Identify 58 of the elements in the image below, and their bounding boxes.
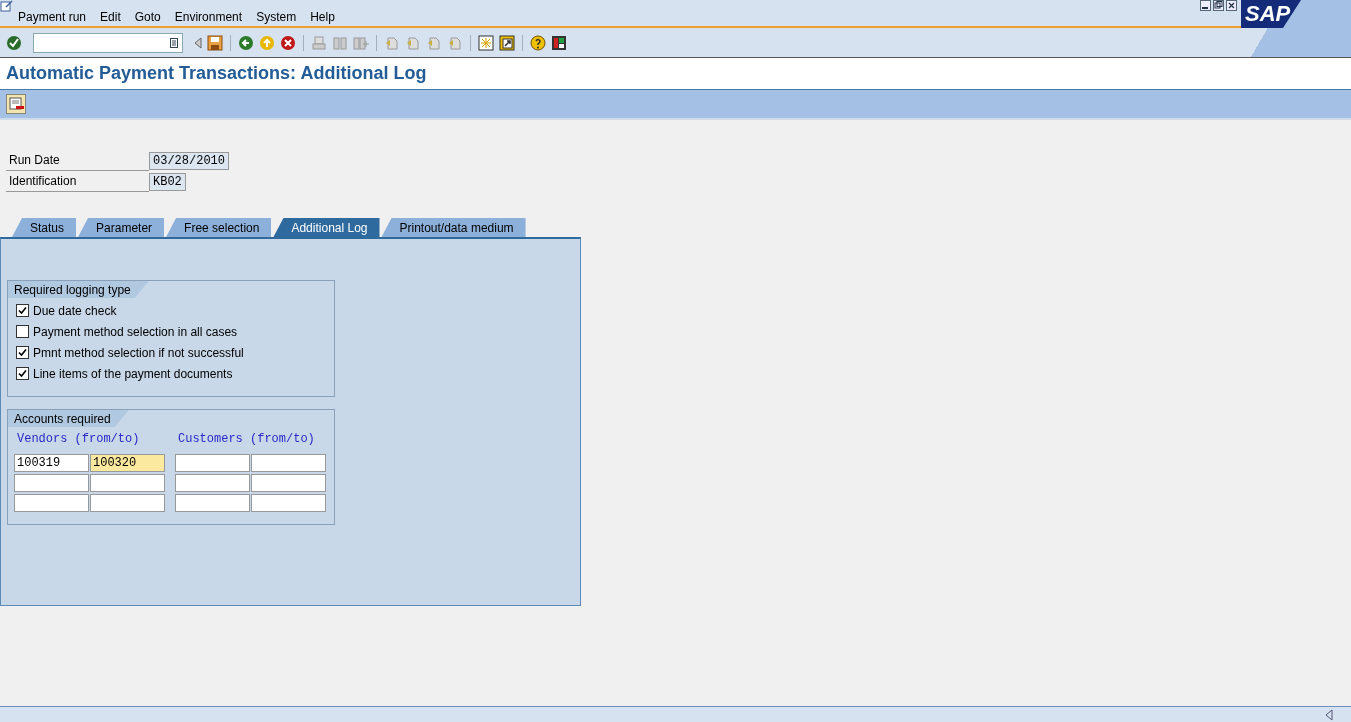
checkbox[interactable] xyxy=(16,304,29,317)
screen-title: Automatic Payment Transactions: Additional Log xyxy=(6,63,427,84)
tab[interactable]: Status xyxy=(12,218,77,237)
document-icon[interactable] xyxy=(6,94,26,114)
input-field[interactable] xyxy=(175,454,250,472)
menu-item[interactable]: Environment xyxy=(174,10,243,24)
input-field[interactable] xyxy=(251,494,326,512)
group-title: Accounts required xyxy=(8,410,129,427)
readonly-field: KB02 xyxy=(149,173,186,191)
menu-item[interactable]: Goto xyxy=(134,10,161,24)
window-menu-icon[interactable] xyxy=(0,0,14,12)
triangle-left-icon[interactable] xyxy=(194,36,202,49)
layout-icon[interactable] xyxy=(551,34,567,51)
readonly-field: 03/28/2010 xyxy=(149,152,229,170)
input-field[interactable] xyxy=(175,474,250,492)
restore-icon[interactable] xyxy=(1213,0,1224,11)
print-icon[interactable] xyxy=(311,34,327,51)
column-label: Customers (from/to) xyxy=(177,431,316,448)
column-label: Vendors (from/to) xyxy=(16,431,141,448)
input-field[interactable] xyxy=(14,474,89,492)
menu-item[interactable]: Help xyxy=(310,10,335,24)
tab[interactable]: Parameter xyxy=(78,218,165,237)
tab[interactable]: Free selection xyxy=(166,218,272,237)
new-window-icon[interactable] xyxy=(478,34,494,51)
input-field[interactable] xyxy=(90,474,165,492)
input-field[interactable] xyxy=(14,494,89,512)
cancel-icon[interactable] xyxy=(280,34,296,51)
checkbox[interactable] xyxy=(16,346,29,359)
menu-item[interactable]: Edit xyxy=(100,10,121,24)
help-icon[interactable] xyxy=(530,34,546,51)
input-field[interactable] xyxy=(90,494,165,512)
checkbox[interactable] xyxy=(16,367,29,380)
menu-item[interactable]: Payment run xyxy=(18,10,87,24)
group-title: Required logging type xyxy=(8,281,149,298)
close-icon[interactable] xyxy=(1226,0,1237,11)
triangle-left-icon[interactable] xyxy=(1325,708,1333,721)
checkbox-label: Line items of the payment documents xyxy=(33,366,233,381)
input-field[interactable] xyxy=(251,474,326,492)
tab[interactable]: Printout/data medium xyxy=(381,218,526,237)
minimize-icon[interactable] xyxy=(1200,0,1211,11)
sap-logo: SAP xyxy=(1241,0,1301,28)
checkbox-label: Due date check xyxy=(33,303,117,318)
exit-icon[interactable] xyxy=(259,34,275,51)
back-icon[interactable] xyxy=(238,34,254,51)
checkbox[interactable] xyxy=(16,325,29,338)
menu-item[interactable]: System xyxy=(256,10,297,24)
save-icon[interactable] xyxy=(207,34,223,51)
input-field[interactable] xyxy=(175,494,250,512)
input-field[interactable]: 100319 xyxy=(14,454,89,472)
input-field[interactable] xyxy=(251,454,326,472)
tab[interactable]: Additional Log xyxy=(273,218,380,237)
list-icon[interactable] xyxy=(170,37,178,48)
checkbox-label: Pmnt method selection if not successful xyxy=(33,345,244,360)
checkbox-label: Payment method selection in all cases xyxy=(33,324,238,339)
input-field[interactable]: 100320 xyxy=(90,454,165,472)
enter-check-icon[interactable] xyxy=(6,34,22,51)
shortcut-icon[interactable] xyxy=(499,34,515,51)
command-field[interactable] xyxy=(33,32,183,53)
